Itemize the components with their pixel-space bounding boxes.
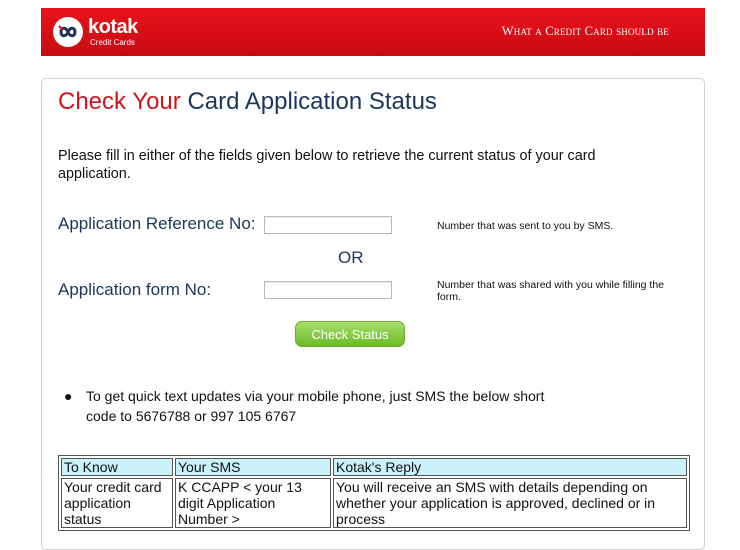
page-title-part1: Check Your bbox=[58, 88, 181, 115]
tagline: What a Credit Card should be bbox=[501, 24, 669, 38]
table-header-to-know: To Know bbox=[61, 458, 173, 476]
table-header-row: To Know Your SMS Kotak's Reply bbox=[61, 458, 687, 476]
sms-info-list-item: ● To get quick text updates via your mob… bbox=[62, 386, 562, 426]
check-status-button[interactable]: Check Status bbox=[295, 321, 405, 347]
form-number-label: Application form No: bbox=[58, 280, 212, 299]
status-card: Check Your Card Application Status Pleas… bbox=[41, 78, 705, 550]
page-title-part2: Card Application Status bbox=[187, 88, 437, 115]
reference-number-input[interactable] bbox=[264, 216, 392, 234]
form-number-input[interactable] bbox=[264, 281, 392, 299]
table-header-kotak-reply: Kotak's Reply bbox=[333, 458, 687, 476]
reference-number-label: Application Reference No: bbox=[58, 214, 256, 233]
reference-number-hint: Number that was sent to you by SMS. bbox=[437, 220, 614, 232]
bullet-icon: ● bbox=[64, 388, 73, 404]
brand-name: kotak bbox=[88, 16, 138, 38]
table-cell-your-sms: K CCAPP < your 13 digit Application Numb… bbox=[175, 478, 331, 528]
table-cell-kotak-reply: You will receive an SMS with details dep… bbox=[333, 478, 687, 528]
sms-info-text: To get quick text updates via your mobil… bbox=[86, 388, 545, 424]
form-number-hint: Number that was shared with you while fi… bbox=[437, 279, 665, 303]
or-separator: OR bbox=[338, 248, 364, 267]
table-cell-to-know: Your credit card application status bbox=[61, 478, 173, 528]
table-row: Your credit card application status K CC… bbox=[61, 478, 687, 528]
kotak-logo[interactable]: kotak Credit Cards bbox=[53, 16, 153, 48]
kotak-infinity-icon bbox=[53, 17, 83, 47]
header-banner: kotak Credit Cards What a Credit Card sh… bbox=[41, 8, 705, 56]
brand-subtitle: Credit Cards bbox=[90, 38, 135, 47]
page-title: Check Your Card Application Status bbox=[58, 88, 437, 116]
table-header-your-sms: Your SMS bbox=[175, 458, 331, 476]
intro-text: Please fill in either of the fields give… bbox=[58, 148, 596, 182]
sms-codes-table: To Know Your SMS Kotak's Reply Your cred… bbox=[58, 455, 690, 531]
